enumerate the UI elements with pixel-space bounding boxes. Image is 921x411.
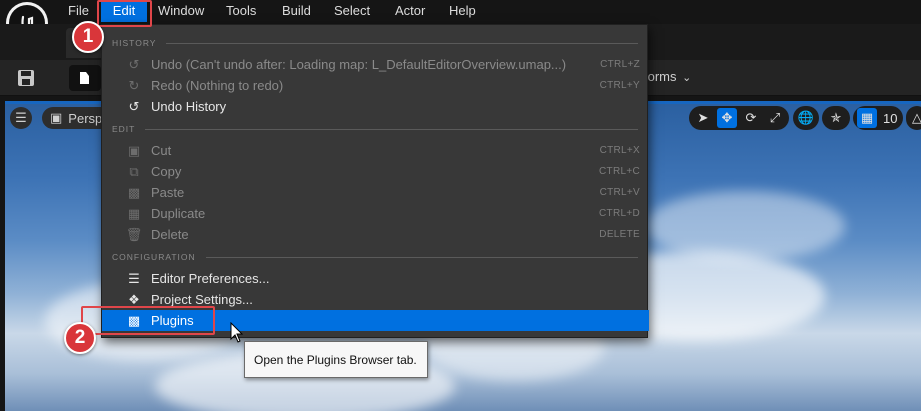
rotate-icon[interactable]: ⟳: [741, 108, 761, 128]
menu-item-paste[interactable]: ▩ Paste CTRL+V: [102, 182, 649, 203]
menu-actor[interactable]: Actor: [387, 0, 433, 22]
transform-tools-group: ➤ ✥ ⟳ ⤢: [689, 106, 789, 130]
section-header-configuration: CONFIGURATION: [112, 250, 638, 264]
plugins-tooltip: Open the Plugins Browser tab.: [244, 341, 428, 378]
menu-tools[interactable]: Tools: [218, 0, 264, 22]
menu-item-editor-preferences[interactable]: ☰ Editor Preferences...: [102, 268, 649, 289]
menu-item-duplicate[interactable]: ▦ Duplicate CTRL+D: [102, 203, 649, 224]
menu-item-cut[interactable]: ▣ Cut CTRL+X: [102, 140, 649, 161]
menu-item-copy[interactable]: ⧉ Copy CTRL+C: [102, 161, 649, 182]
viewport-options-button[interactable]: ☰: [10, 107, 32, 129]
platforms-dropdown[interactable]: forms ⌄: [644, 67, 691, 88]
menu-item-delete[interactable]: 🗑 Delete DELETE: [102, 224, 649, 245]
history-icon: ↺: [128, 98, 140, 114]
sliders-icon: ☰: [128, 270, 140, 286]
copy-icon: ⧉: [129, 163, 139, 179]
paste-icon: ▩: [127, 184, 141, 200]
globe-icon: 🌐: [797, 110, 815, 125]
surface-snapping-toggle[interactable]: ✯: [822, 106, 850, 130]
mode-selector-button[interactable]: [69, 65, 101, 91]
menu-build[interactable]: Build: [274, 0, 319, 22]
grid-icon: ▦: [857, 108, 877, 128]
snap-icon: ✯: [830, 110, 842, 125]
save-icon[interactable]: [15, 67, 37, 89]
trash-icon: 🗑: [125, 226, 143, 242]
step-badge-1: 1: [72, 21, 104, 53]
duplicate-icon: ▦: [127, 205, 141, 221]
redo-icon: ↻: [128, 77, 140, 93]
angle-icon: △: [912, 110, 921, 125]
annotation-box-plugins: [81, 306, 215, 335]
rotation-snap-toggle[interactable]: △: [906, 106, 921, 130]
perspective-label: Persp: [68, 110, 103, 126]
cube-icon: ▣: [50, 110, 63, 125]
scale-icon[interactable]: ⤢: [765, 108, 785, 128]
translate-icon[interactable]: ✥: [717, 108, 737, 128]
menu-item-redo[interactable]: ↻ Redo (Nothing to redo) CTRL+Y: [102, 75, 649, 96]
edit-menu-dropdown: HISTORY ↺ Undo (Can't undo after: Loadin…: [101, 24, 649, 338]
tooltip-text: Open the Plugins Browser tab.: [254, 352, 417, 367]
cut-icon: ▣: [127, 142, 141, 158]
chevron-down-icon: ⌄: [682, 72, 692, 84]
hamburger-icon: ☰: [15, 110, 27, 125]
step-badge-2: 2: [64, 322, 96, 354]
menu-item-undo[interactable]: ↺ Undo (Can't undo after: Loading map: L…: [102, 54, 649, 75]
annotation-box-edit: [97, 0, 152, 27]
undo-icon: ↺: [128, 56, 140, 72]
menu-window[interactable]: Window: [150, 0, 212, 22]
menu-file[interactable]: File: [60, 0, 97, 22]
grid-snap-group[interactable]: ▦ 10: [853, 106, 903, 130]
select-arrow-icon[interactable]: ➤: [693, 108, 713, 128]
menu-help[interactable]: Help: [441, 0, 484, 22]
menu-item-undo-history[interactable]: ↺ Undo History: [102, 96, 649, 117]
section-header-edit: EDIT: [112, 122, 638, 136]
menu-select[interactable]: Select: [326, 0, 378, 22]
section-header-history: HISTORY: [112, 36, 638, 50]
world-local-toggle[interactable]: 🌐: [793, 106, 819, 130]
grid-size-value: 10: [883, 110, 898, 126]
mouse-cursor-icon: [230, 321, 244, 344]
